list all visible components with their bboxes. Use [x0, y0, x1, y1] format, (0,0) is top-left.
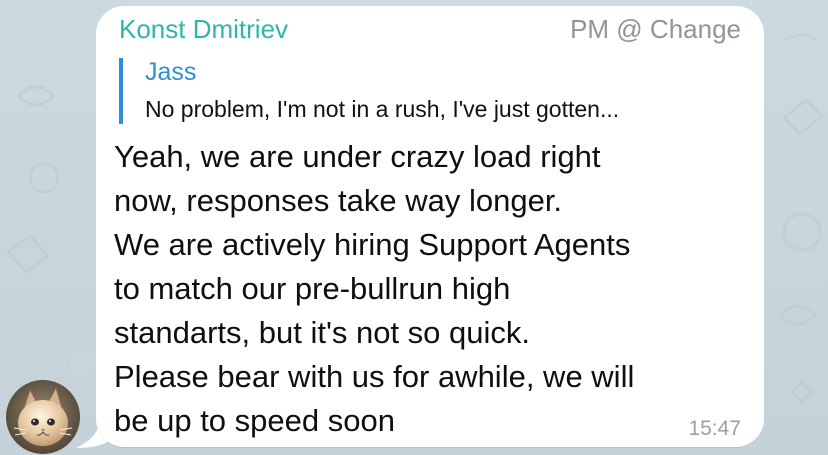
reply-quote[interactable]: Jass No problem, I'm not in a rush, I've… — [119, 58, 749, 124]
message-text-line: be up to speed soon — [114, 403, 395, 438]
message-text-line: standarts, but it's not so quick. — [114, 315, 531, 350]
message-text-line: now, responses take way longer. — [114, 183, 563, 218]
cat-avatar-icon — [6, 380, 80, 454]
sender-name[interactable]: Konst Dmitriev — [119, 14, 288, 45]
sender-title: PM @ Change — [570, 14, 741, 44]
message-text-line: Please bear with us for awhile, we will — [114, 359, 635, 394]
avatar[interactable] — [6, 380, 80, 454]
reply-author: Jass — [145, 58, 197, 86]
message-time: 15:47 — [688, 417, 741, 440]
message-text-line: to match our pre-bullrun high — [114, 271, 511, 306]
reply-preview: No problem, I'm not in a rush, I've just… — [145, 96, 620, 122]
message-text-line: We are actively hiring Support Agents — [114, 227, 631, 262]
message-text-line: Yeah, we are under crazy load right — [114, 139, 601, 174]
